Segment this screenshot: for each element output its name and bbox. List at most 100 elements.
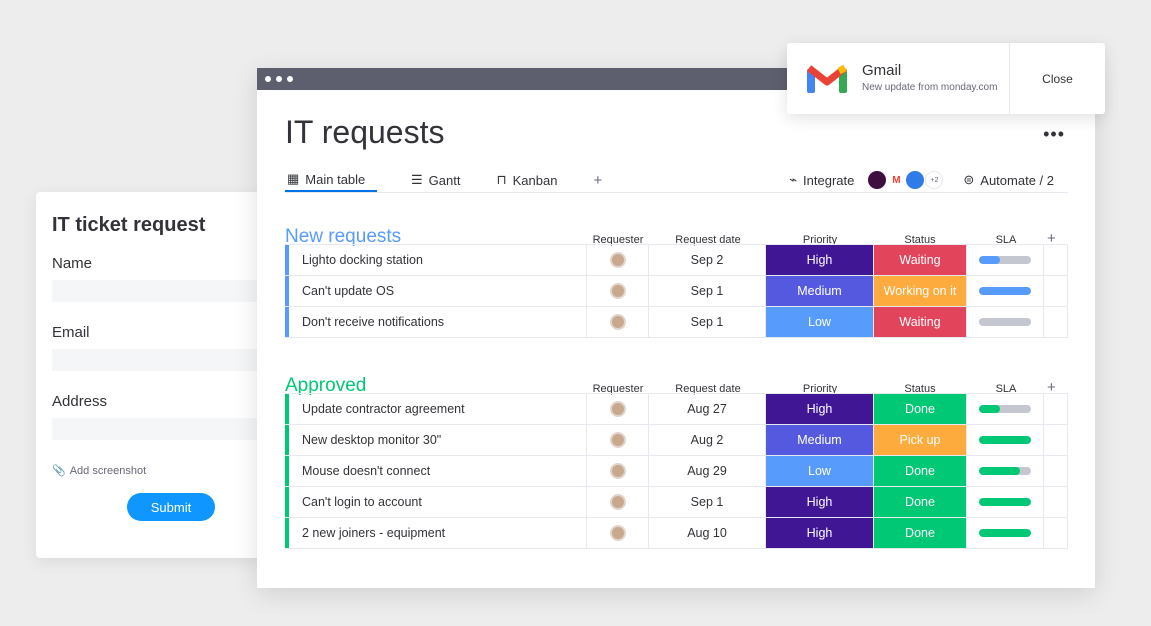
sla-fill bbox=[979, 467, 1020, 475]
requester-cell[interactable] bbox=[587, 487, 649, 517]
add-view-button[interactable]: + bbox=[591, 168, 604, 192]
item-name[interactable]: New desktop monitor 30" bbox=[285, 425, 587, 455]
table-icon: ▦ bbox=[287, 171, 300, 186]
sla-progress-bar bbox=[979, 436, 1031, 444]
priority-label[interactable]: High bbox=[766, 245, 874, 275]
table-row[interactable]: Can't update OS Sep 1 Medium Working on it bbox=[285, 276, 1068, 307]
priority-label[interactable]: Low bbox=[766, 307, 874, 337]
automate-button[interactable]: Automate / 2 bbox=[980, 173, 1054, 188]
requester-cell[interactable] bbox=[587, 307, 649, 337]
status-label[interactable]: Working on it bbox=[874, 276, 967, 306]
priority-label[interactable]: High bbox=[766, 518, 874, 548]
table-row[interactable]: Can't login to account Sep 1 High Done bbox=[285, 487, 1068, 518]
request-date[interactable]: Sep 2 bbox=[649, 245, 766, 275]
sla-progress-bar bbox=[979, 467, 1031, 475]
empty-cell bbox=[1044, 487, 1068, 517]
requester-cell[interactable] bbox=[587, 394, 649, 424]
view-tabs: ▦ Main table ☰ Gantt ⊓ Kanban + ⌁ Integrate… bbox=[285, 168, 1068, 193]
table-row[interactable]: 2 new joiners - equipment Aug 10 High Done bbox=[285, 518, 1068, 549]
more-options-button[interactable]: ••• bbox=[1043, 124, 1065, 145]
request-date[interactable]: Sep 1 bbox=[649, 307, 766, 337]
sla-cell bbox=[967, 487, 1044, 517]
status-label[interactable]: Waiting bbox=[874, 245, 967, 275]
sla-progress-bar bbox=[979, 256, 1031, 264]
sla-fill bbox=[979, 436, 1031, 444]
board-window: IT requests ••• ▦ Main table ☰ Gantt ⊓ Kanb… bbox=[257, 68, 1095, 588]
add-screenshot-label: Add screenshot bbox=[69, 464, 147, 477]
sla-cell bbox=[967, 276, 1044, 306]
status-label[interactable]: Done bbox=[874, 487, 967, 517]
request-date[interactable]: Sep 1 bbox=[649, 487, 766, 517]
table-row[interactable]: Don't receive notifications Sep 1 Low Waiti… bbox=[285, 307, 1068, 338]
item-name[interactable]: Mouse doesn't connect bbox=[285, 456, 587, 486]
status-label[interactable]: Waiting bbox=[874, 307, 967, 337]
email-label: Email bbox=[52, 324, 90, 341]
tab-gantt[interactable]: ☰ Gantt bbox=[409, 168, 462, 192]
sla-fill bbox=[979, 405, 1000, 413]
priority-label[interactable]: Medium bbox=[766, 425, 874, 455]
empty-cell bbox=[1044, 456, 1068, 486]
status-label[interactable]: Done bbox=[874, 518, 967, 548]
gmail-icon: M bbox=[887, 171, 906, 189]
empty-cell bbox=[1044, 518, 1068, 548]
status-label[interactable]: Done bbox=[874, 394, 967, 424]
sla-fill bbox=[979, 529, 1031, 537]
integrate-button[interactable]: Integrate bbox=[803, 173, 854, 188]
request-date[interactable]: Aug 2 bbox=[649, 425, 766, 455]
gantt-icon: ☰ bbox=[411, 172, 423, 187]
sla-cell bbox=[967, 245, 1044, 275]
request-date[interactable]: Sep 1 bbox=[649, 276, 766, 306]
requester-cell[interactable] bbox=[587, 425, 649, 455]
robot-icon: ⊜ bbox=[963, 172, 975, 187]
address-label: Address bbox=[52, 393, 108, 410]
email-input[interactable] bbox=[52, 349, 262, 371]
requester-cell[interactable] bbox=[587, 518, 649, 548]
item-name[interactable]: 2 new joiners - equipment bbox=[285, 518, 587, 548]
priority-label[interactable]: High bbox=[766, 394, 874, 424]
requester-cell[interactable] bbox=[587, 456, 649, 486]
tab-kanban[interactable]: ⊓ Kanban bbox=[494, 168, 559, 192]
ticket-request-form: IT ticket request Name Email Address 📎 Ad… bbox=[36, 192, 266, 558]
gmail-notification: Gmail New update from monday.com Close bbox=[787, 43, 1105, 114]
requester-cell[interactable] bbox=[587, 245, 649, 275]
submit-button[interactable]: Submit bbox=[127, 493, 215, 521]
table-row[interactable]: Mouse doesn't connect Aug 29 Low Done bbox=[285, 456, 1068, 487]
tab-main-table[interactable]: ▦ Main table bbox=[285, 168, 377, 192]
window-dot bbox=[265, 76, 271, 82]
request-date[interactable]: Aug 29 bbox=[649, 456, 766, 486]
status-label[interactable]: Done bbox=[874, 456, 967, 486]
table-row[interactable]: New desktop monitor 30" Aug 2 Medium Pick u… bbox=[285, 425, 1068, 456]
request-date[interactable]: Aug 10 bbox=[649, 518, 766, 548]
item-name[interactable]: Update contractor agreement bbox=[285, 394, 587, 424]
close-notification-button[interactable]: Close bbox=[1009, 43, 1105, 114]
requester-cell[interactable] bbox=[587, 276, 649, 306]
add-screenshot-link[interactable]: 📎 Add screenshot bbox=[52, 464, 250, 478]
empty-cell bbox=[1044, 276, 1068, 306]
priority-label[interactable]: High bbox=[766, 487, 874, 517]
sla-cell bbox=[967, 425, 1044, 455]
priority-label[interactable]: Medium bbox=[766, 276, 874, 306]
tab-label: Gantt bbox=[428, 172, 461, 188]
item-name[interactable]: Can't update OS bbox=[285, 276, 587, 306]
more-integrations-count[interactable]: +2 bbox=[925, 171, 944, 189]
sla-cell bbox=[967, 518, 1044, 548]
avatar bbox=[609, 283, 626, 299]
request-date[interactable]: Aug 27 bbox=[649, 394, 766, 424]
avatar bbox=[609, 525, 626, 541]
notification-app: Gmail bbox=[862, 62, 902, 79]
sla-cell bbox=[967, 394, 1044, 424]
priority-label[interactable]: Low bbox=[766, 456, 874, 486]
name-input[interactable] bbox=[52, 280, 262, 302]
table-row[interactable]: Update contractor agreement Aug 27 High Don… bbox=[285, 394, 1068, 425]
status-label[interactable]: Pick up bbox=[874, 425, 967, 455]
avatar bbox=[609, 463, 626, 479]
tab-label: Kanban bbox=[512, 172, 558, 188]
item-name[interactable]: Lighto docking station bbox=[285, 245, 587, 275]
table-row[interactable]: Lighto docking station Sep 2 High Waiting bbox=[285, 245, 1068, 276]
avatar bbox=[609, 314, 626, 330]
name-label: Name bbox=[52, 255, 93, 272]
item-name[interactable]: Can't login to account bbox=[285, 487, 587, 517]
address-input[interactable] bbox=[52, 418, 262, 440]
integrate-icon: ⌁ bbox=[789, 172, 798, 187]
item-name[interactable]: Don't receive notifications bbox=[285, 307, 587, 337]
